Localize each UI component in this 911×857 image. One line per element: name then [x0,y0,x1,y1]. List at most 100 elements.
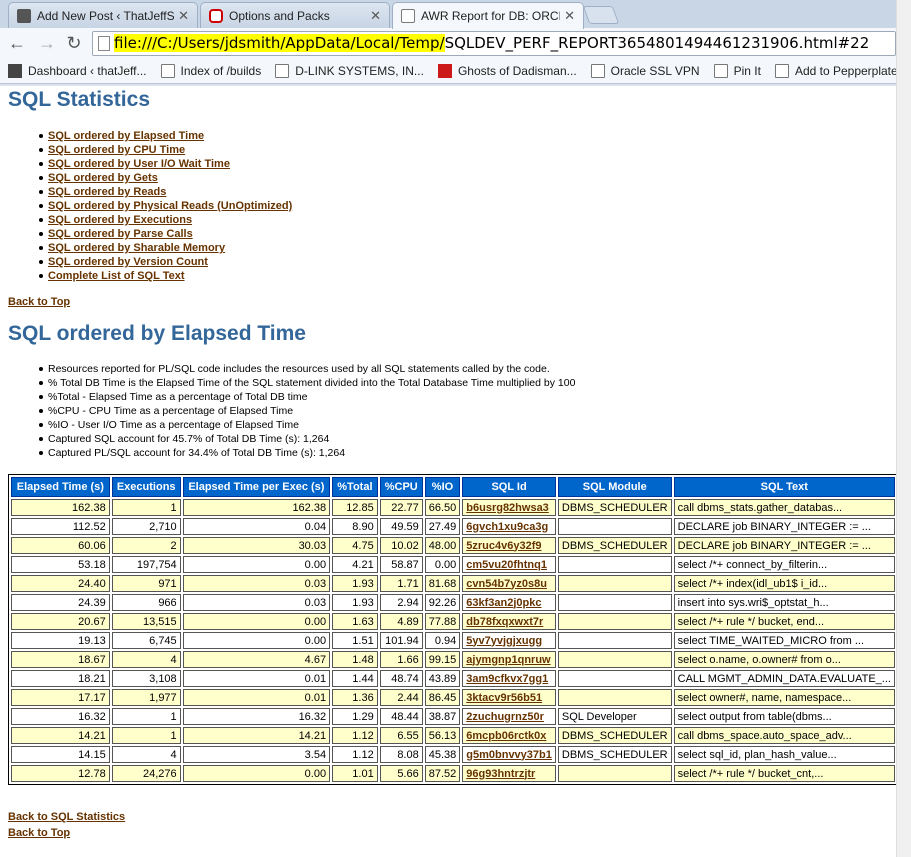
back-to-sql-statistics-link[interactable]: Back to SQL Statistics [8,811,125,823]
tab-strip: Add New Post ‹ ThatJeffSm ✕ Options and … [0,0,898,29]
table-row: 12.78 24,276 0.00 1.01 5.66 87.52 96g93hntrzjt… [11,765,895,782]
pct-cpu-cell: 1.71 [379,575,423,592]
sql-text-cell: select /*+ rule */ bucket_cnt,... [673,765,895,782]
elapsed-per-exec-cell: 4.67 [182,651,331,668]
sql-text-cell: call dbms_space.auto_space_adv... [673,727,895,744]
table-row: 53.18 197,754 0.00 4.21 58.87 0.00 cm5vu20fhtn… [11,556,895,573]
executions-cell: 1 [111,499,181,516]
tab-options-and-packs[interactable]: Options and Packs ✕ [200,2,390,28]
pct-cpu-cell: 1.66 [379,651,423,668]
pct-cpu-cell: 2.44 [379,689,423,706]
sql-text-cell: select o.name, o.owner# from o... [673,651,895,668]
link-gets[interactable]: SQL ordered by Gets [48,172,158,184]
sql-id-link[interactable]: 2zuchugrnz50r [466,711,544,723]
sql-text-cell: select TIME_WAITED_MICRO from ... [673,632,895,649]
sql-elapsed-time-table: Elapsed Time (s) Executions Elapsed Time… [8,474,898,785]
close-tab-icon[interactable]: ✕ [178,8,189,24]
sql-id-link[interactable]: 3am9cfkvx7gg1 [466,673,548,685]
close-tab-icon[interactable]: ✕ [564,8,575,24]
link-physical-reads[interactable]: SQL ordered by Physical Reads (UnOptimiz… [48,200,292,212]
reload-icon[interactable]: ↻ [63,32,85,54]
tab-awr-report[interactable]: AWR Report for DB: ORCL ✕ [392,2,584,29]
link-user-io-wait[interactable]: SQL ordered by User I/O Wait Time [48,158,230,170]
link-executions[interactable]: SQL ordered by Executions [48,214,192,226]
page-icon [590,63,605,78]
back-to-top-link[interactable]: Back to Top [8,296,70,308]
link-reads[interactable]: SQL ordered by Reads [48,186,166,198]
executions-cell: 971 [111,575,181,592]
executions-cell: 2,710 [111,518,181,535]
forward-arrow-icon[interactable]: → [36,32,58,54]
pct-io-cell: 86.45 [424,689,461,706]
sql-module-cell: SQL Developer [557,708,672,725]
elapsed-time-cell: 162.38 [11,499,110,516]
pct-total-cell: 4.75 [332,537,378,554]
sql-text-cell: select /*+ index(idl_ub1$ i_id... [673,575,895,592]
address-bar[interactable]: file:///C:/Users/jdsmith/AppData/Local/T… [92,31,896,56]
link-complete-sql-text[interactable]: Complete List of SQL Text [48,270,185,282]
link-cpu-time[interactable]: SQL ordered by CPU Time [48,144,185,156]
bookmark-pin-it[interactable]: Pin It [713,63,761,78]
note-item: %Total - Elapsed Time as a percentage of… [38,390,575,404]
elapsed-per-exec-cell: 14.21 [182,727,331,744]
sql-module-cell [557,613,672,630]
link-parse-calls[interactable]: SQL ordered by Parse Calls [48,228,193,240]
note-item: %CPU - CPU Time as a percentage of Elaps… [38,404,575,418]
executions-cell: 24,276 [111,765,181,782]
new-tab-button[interactable] [582,6,620,24]
sql-id-link[interactable]: 6mcpb06rctk0x [466,730,546,742]
note-item: % Total DB Time is the Elapsed Time of t… [38,377,576,389]
sql-id-link[interactable]: 3ktacv9r56b51 [466,692,542,704]
back-to-top-link[interactable]: Back to Top [8,827,70,839]
sql-id-cell: g5m0bnvvy37b1 [462,746,556,763]
page-icon [713,63,728,78]
sql-id-link[interactable]: 5zruc4v6y32f9 [466,540,541,552]
bookmark-ghosts[interactable]: Ghosts of Dadisman... [437,63,577,78]
sql-text-cell: select /*+ rule */ bucket, end... [673,613,895,630]
link-sharable-memory[interactable]: SQL ordered by Sharable Memory [48,242,225,254]
page-icon [160,63,175,78]
sql-id-link[interactable]: 96g93hntrzjtr [466,768,535,780]
close-tab-icon[interactable]: ✕ [370,8,381,24]
pct-total-cell: 1.36 [332,689,378,706]
back-arrow-icon[interactable]: ← [6,32,28,54]
tab-add-new-post[interactable]: Add New Post ‹ ThatJeffSm ✕ [8,2,198,28]
sql-id-cell: 63kf3an2j0pkc [462,594,556,611]
bookmark-dashboard[interactable]: Dashboard ‹ thatJeff... [8,63,147,78]
sql-id-link[interactable]: b6usrg82hwsa3 [466,502,549,514]
executions-cell: 3,108 [111,670,181,687]
sql-text-cell: insert into sys.wri$_optstat_h... [673,594,895,611]
executions-cell: 1 [111,708,181,725]
link-version-count[interactable]: SQL ordered by Version Count [48,256,208,268]
sql-module-cell [557,670,672,687]
sql-module-cell [557,651,672,668]
pct-io-cell: 45.38 [424,746,461,763]
bookmark-label: Ghosts of Dadisman... [457,63,577,78]
bookmark-dlink[interactable]: D-LINK SYSTEMS, IN... [275,63,424,78]
sql-id-link[interactable]: cvn54b7yz0s8u [466,578,547,590]
sql-id-cell: 6gvch1xu9ca3g [462,518,556,535]
sql-id-cell: 3am9cfkvx7gg1 [462,670,556,687]
elapsed-per-exec-cell: 0.01 [182,689,331,706]
sql-text-cell: DECLARE job BINARY_INTEGER := ... [673,518,895,535]
bookmark-label: Index of /builds [180,63,262,78]
sql-id-cell: 5zruc4v6y32f9 [462,537,556,554]
page-scrollbar[interactable] [896,0,911,857]
sql-id-link[interactable]: db78fxqxwxt7r [466,616,543,628]
sql-id-link[interactable]: ajymgnp1qnruw [466,654,550,666]
table-row: 20.67 13,515 0.00 1.63 4.89 77.88 db78fxqxwxt7… [11,613,895,630]
sql-id-link[interactable]: 5yv7yvjgjxugg [466,635,542,647]
bookmark-index-of-builds[interactable]: Index of /builds [160,63,262,78]
page-icon [98,36,110,51]
sql-id-link[interactable]: 6gvch1xu9ca3g [466,521,548,533]
pct-total-cell: 8.90 [332,518,378,535]
sql-id-link[interactable]: cm5vu20fhtnq1 [466,559,547,571]
sql-id-link[interactable]: g5m0bnvvy37b1 [466,749,552,761]
link-elapsed-time[interactable]: SQL ordered by Elapsed Time [48,130,204,142]
column-header: Elapsed Time per Exec (s) [182,477,331,497]
sql-id-link[interactable]: 63kf3an2j0pkc [466,597,541,609]
executions-cell: 1,977 [111,689,181,706]
elapsed-per-exec-cell: 3.54 [182,746,331,763]
bookmark-oracle-ssl-vpn[interactable]: Oracle SSL VPN [590,63,700,78]
bookmark-pepperplate[interactable]: Add to Pepperplate [774,63,898,78]
